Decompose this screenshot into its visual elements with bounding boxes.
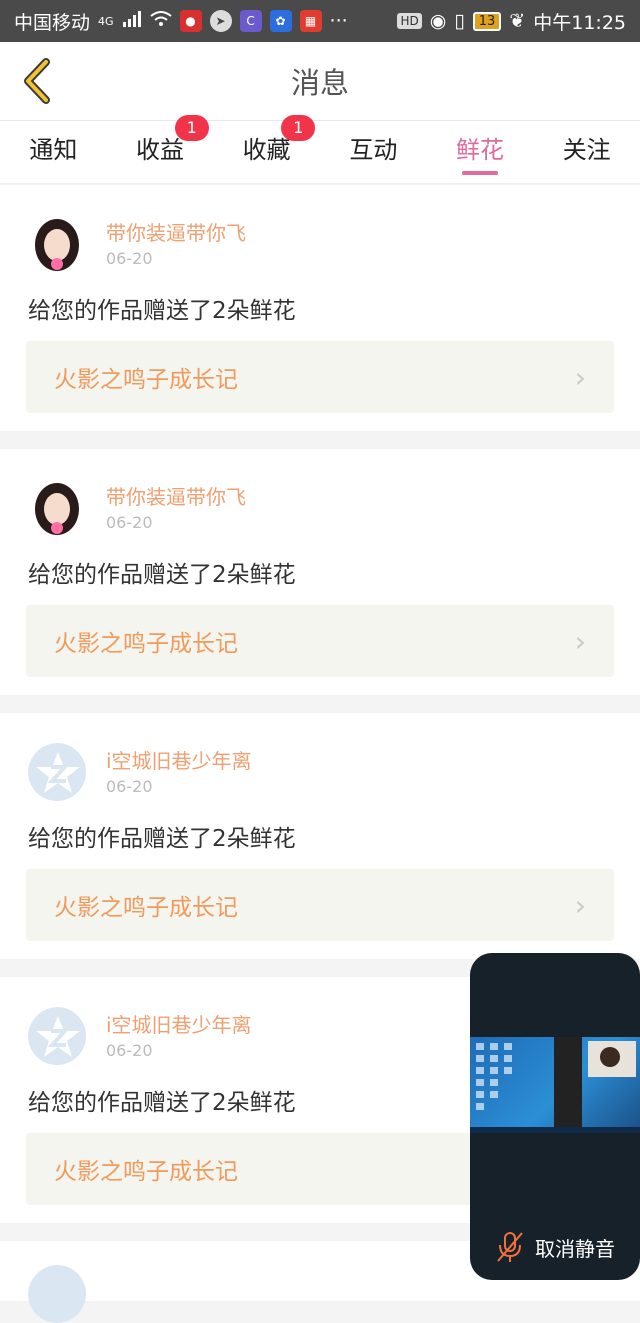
qq-star-avatar[interactable] xyxy=(28,1265,86,1323)
sender-name[interactable]: 带你装逼带你飞 xyxy=(106,481,246,510)
message-date: 06-20 xyxy=(106,1041,153,1060)
sender-name[interactable]: 带你装逼带你飞 xyxy=(106,217,246,246)
tab-label: 关注 xyxy=(562,136,611,164)
tab-earnings[interactable]: 收益 1 xyxy=(107,115,214,183)
work-title: 火影之鸣子成长记 xyxy=(54,1159,238,1185)
carrier-label: 中国移动 xyxy=(14,11,91,34)
calendar-app-icon: ▦ xyxy=(299,10,322,32)
tab-label: 收藏 xyxy=(242,136,291,164)
work-title: 火影之鸣子成长记 xyxy=(54,631,238,657)
screen-share-preview xyxy=(470,1037,640,1133)
mic-muted-icon xyxy=(497,1232,523,1262)
message-date: 06-20 xyxy=(106,249,153,268)
message-card: 带你装逼带你飞 06-20 给您的作品赠送了2朵鲜花 火影之鸣子成长记 › xyxy=(0,449,640,695)
sender-name[interactable]: i空城旧巷少年离 xyxy=(106,1009,252,1038)
more-notifications: ··· xyxy=(329,10,348,32)
chevron-right-icon: › xyxy=(574,360,586,394)
message-text: 给您的作品赠送了2朵鲜花 xyxy=(28,298,296,324)
tab-label: 互动 xyxy=(349,136,398,164)
message-text: 给您的作品赠送了2朵鲜花 xyxy=(28,826,296,852)
unmute-button[interactable]: 取消静音 xyxy=(470,1230,640,1264)
message-date: 06-20 xyxy=(106,777,153,796)
back-chevron-icon xyxy=(24,58,50,104)
tab-flowers[interactable]: 鲜花 xyxy=(427,121,534,183)
paw-app-icon: ✿ xyxy=(269,10,292,32)
network-type: 4G xyxy=(98,14,114,28)
message-text: 给您的作品赠送了2朵鲜花 xyxy=(28,1090,296,1116)
chevron-right-icon: › xyxy=(574,888,586,922)
sender-name[interactable]: i空城旧巷少年离 xyxy=(106,745,252,774)
girl-avatar[interactable] xyxy=(28,215,86,273)
vibrate-icon: ▯ xyxy=(454,10,465,32)
work-link[interactable]: 火影之鸣子成长记 › xyxy=(26,341,614,413)
message-text: 给您的作品赠送了2朵鲜花 xyxy=(28,562,296,588)
battery-icon: 13 xyxy=(472,11,502,31)
tab-notifications[interactable]: 通知 xyxy=(0,121,107,183)
tab-follow[interactable]: 关注 xyxy=(533,121,640,183)
girl-avatar[interactable] xyxy=(28,479,86,537)
wifi-icon xyxy=(149,10,172,32)
tab-label: 鲜花 xyxy=(456,136,505,164)
message-card: i空城旧巷少年离 06-20 给您的作品赠送了2朵鲜花 火影之鸣子成长记 › xyxy=(0,713,640,959)
qq-star-avatar[interactable] xyxy=(28,743,86,801)
signal-icon xyxy=(122,10,142,32)
leaf-icon: ❦ xyxy=(509,10,526,32)
send-app-icon: ➤ xyxy=(209,10,232,32)
tab-favorites[interactable]: 收藏 1 xyxy=(213,115,320,183)
qq-star-avatar[interactable] xyxy=(28,1007,86,1065)
tab-interactions[interactable]: 互动 xyxy=(320,121,427,183)
message-date: 06-20 xyxy=(106,513,153,532)
status-bar: 中国移动 4G ● ➤ C ✿ ▦ ··· HD ◉ ▯ 13 ❦ 中午11:2… xyxy=(0,0,640,42)
work-link[interactable]: 火影之鸣子成长记 › xyxy=(26,605,614,677)
page-title: 消息 xyxy=(290,66,349,100)
tab-label: 收益 xyxy=(136,136,184,164)
message-card: 带你装逼带你飞 06-20 给您的作品赠送了2朵鲜花 火影之鸣子成长记 › xyxy=(0,185,640,431)
battery-level: 13 xyxy=(478,13,496,29)
nav-bar: 消息 xyxy=(0,42,640,120)
tab-label: 通知 xyxy=(29,136,78,164)
mic-app-icon: ● xyxy=(179,10,202,32)
eye-icon: ◉ xyxy=(429,10,447,32)
tab-bar: 通知 收益 1 收藏 1 互动 鲜花 关注 xyxy=(0,115,640,184)
chevron-right-icon: › xyxy=(574,624,586,658)
hd-icon: HD xyxy=(397,13,422,29)
clock: 中午11:25 xyxy=(533,11,626,34)
unmute-label: 取消静音 xyxy=(535,1236,615,1261)
unread-badge: 1 xyxy=(281,115,316,141)
work-title: 火影之鸣子成长记 xyxy=(54,895,238,921)
back-button[interactable] xyxy=(14,56,60,106)
floating-video-window[interactable]: 取消静音 xyxy=(470,953,640,1280)
work-link[interactable]: 火影之鸣子成长记 › xyxy=(26,869,614,941)
work-title: 火影之鸣子成长记 xyxy=(54,367,238,393)
unread-badge: 1 xyxy=(174,115,209,141)
c-app-icon: C xyxy=(239,10,262,32)
